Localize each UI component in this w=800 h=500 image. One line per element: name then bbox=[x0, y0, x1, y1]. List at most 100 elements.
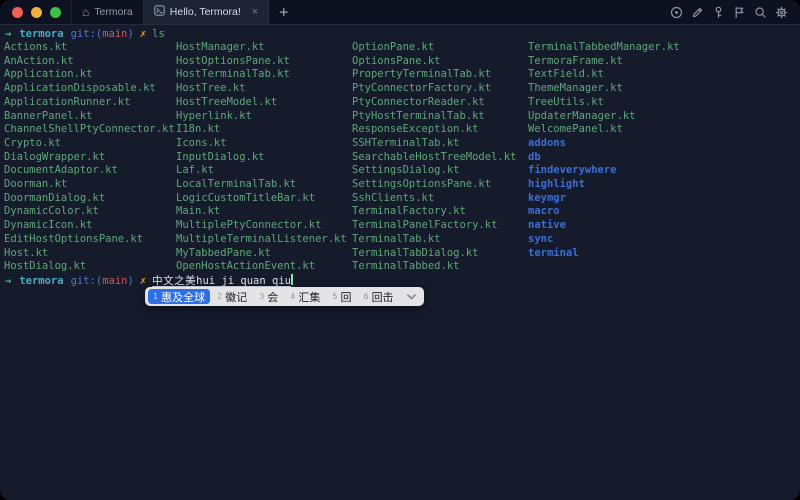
file-entry: EditHostOptionsPane.kt bbox=[4, 232, 144, 245]
prompt-line-1: → termora git:(main) ✗ ls bbox=[5, 27, 165, 41]
file-entry: HostTerminalTab.kt bbox=[176, 68, 290, 81]
candidate-index: 4 bbox=[290, 292, 296, 301]
close-window-button[interactable] bbox=[12, 6, 23, 18]
candidate-text: 徽记 bbox=[225, 290, 248, 304]
file-entry: ChannelShellPtyConnector.kt bbox=[4, 123, 175, 136]
file-entry: Doorman.kt bbox=[4, 178, 68, 191]
directory-entry: addons bbox=[528, 136, 566, 149]
file-entry: ThemeManager.kt bbox=[528, 82, 623, 95]
candidate-text: 惠及全球 bbox=[161, 290, 206, 304]
ime-candidate[interactable]: 2 徽记 bbox=[212, 289, 252, 304]
file-entry: LogicCustomTitleBar.kt bbox=[176, 191, 316, 204]
ls-column: TerminalTabbedManager.kt TermoraFrame.kt T… bbox=[528, 41, 680, 274]
committed-chinese-text: 中文之美 bbox=[152, 275, 197, 287]
file-entry: SearchableHostTreeModel.kt bbox=[352, 150, 517, 163]
directory-entry: findeverywhere bbox=[528, 164, 617, 177]
file-entry: PtyHostTerminalTab.kt bbox=[352, 109, 485, 122]
minimize-window-button[interactable] bbox=[31, 6, 42, 18]
ls-column: OptionPane.kt OptionsPane.kt PropertyTermi… bbox=[352, 41, 528, 274]
pinyin-preedit-text: hui ji quan qiu bbox=[196, 275, 291, 287]
prompt-line-2: → termora git:(main) ✗ 中文之美hui ji quan qiu bbox=[5, 274, 293, 288]
ime-candidate[interactable]: 5回 bbox=[327, 289, 356, 304]
tab-label: Hello, Termora! bbox=[169, 6, 241, 18]
file-entry: HostTreeModel.kt bbox=[176, 95, 278, 108]
file-entry: ApplicationRunner.kt bbox=[4, 95, 131, 108]
tab-label: Termora bbox=[94, 6, 133, 18]
candidate-text: 回击 bbox=[371, 290, 394, 304]
file-entry: TerminalTabbed.kt bbox=[352, 260, 460, 273]
candidate-index: 5 bbox=[332, 292, 338, 301]
ime-candidate-list: 1 惠及全球 2 徽记 3 会 4 汇集 5 回 6 回击 bbox=[147, 289, 400, 304]
file-entry: MultipleTerminalListener.kt bbox=[176, 232, 347, 245]
file-entry: PtyConnectorFactory.kt bbox=[352, 82, 492, 95]
terminal-screen[interactable]: → termora git:(main) ✗ ls Actions.kt AnAction… bbox=[0, 25, 800, 500]
file-entry: Crypto.kt bbox=[4, 136, 61, 149]
candidate-index: 2 bbox=[217, 292, 223, 301]
titlebar-toolbar bbox=[670, 0, 800, 24]
file-entry: PropertyTerminalTab.kt bbox=[352, 68, 492, 81]
directory-entry: keymgr bbox=[528, 191, 566, 204]
directory-entry: db bbox=[528, 150, 541, 163]
file-entry: I18n.kt bbox=[176, 123, 221, 136]
termora-window: ⌂ Termora Hello, Termora! × + → termora … bbox=[0, 0, 800, 500]
file-entry: TerminalTabDialog.kt bbox=[352, 246, 479, 259]
file-entry: SettingsDialog.kt bbox=[352, 164, 460, 177]
key-icon[interactable] bbox=[712, 6, 725, 19]
ime-candidate[interactable]: 4 汇集 bbox=[285, 289, 325, 304]
candidate-index: 1 bbox=[153, 292, 159, 301]
directory-entry: highlight bbox=[528, 178, 585, 191]
file-entry: DoormanDialog.kt bbox=[4, 191, 106, 204]
directory-entry: terminal bbox=[528, 246, 579, 259]
file-entry: TerminalTabbedManager.kt bbox=[528, 41, 680, 53]
candidate-text: 汇集 bbox=[298, 290, 321, 304]
ime-candidate[interactable]: 6 回击 bbox=[358, 289, 398, 304]
zoom-window-button[interactable] bbox=[50, 6, 61, 18]
tab-termora-home[interactable]: ⌂ Termora bbox=[71, 0, 143, 24]
ls-column: HostManager.kt HostOptionsPane.kt HostTerm… bbox=[176, 41, 352, 274]
ime-more-button[interactable] bbox=[404, 289, 420, 304]
command-text: ls bbox=[152, 28, 165, 40]
file-entry: DynamicIcon.kt bbox=[4, 219, 93, 232]
file-entry: DocumentAdaptor.kt bbox=[4, 164, 118, 177]
ls-output: Actions.kt AnAction.kt Application.kt Appli… bbox=[4, 41, 680, 274]
file-entry: TerminalFactory.kt bbox=[352, 205, 466, 218]
prompt-arrow: → bbox=[5, 275, 12, 287]
file-entry: Actions.kt bbox=[4, 41, 68, 53]
file-entry: UpdaterManager.kt bbox=[528, 109, 636, 122]
traffic-lights bbox=[0, 0, 71, 24]
prompt-host: termora bbox=[19, 28, 64, 40]
file-entry: Hyperlink.kt bbox=[176, 109, 252, 122]
titlebar-drag-area bbox=[298, 0, 670, 24]
search-icon[interactable] bbox=[754, 6, 767, 19]
edit-pencil-icon[interactable] bbox=[691, 6, 704, 19]
file-entry: TreeUtils.kt bbox=[528, 95, 604, 108]
ime-candidate[interactable]: 3会 bbox=[254, 289, 283, 304]
file-entry: TextField.kt bbox=[528, 68, 604, 81]
file-entry: ResponseException.kt bbox=[352, 123, 479, 136]
git-dirty-mark: ✗ bbox=[139, 275, 147, 287]
file-entry: Main.kt bbox=[176, 205, 221, 218]
prompt-host: termora bbox=[19, 275, 64, 287]
tab-hello-termora[interactable]: Hello, Termora! × bbox=[142, 0, 270, 24]
settings-gear-icon[interactable] bbox=[775, 6, 788, 19]
git-prefix: git:( bbox=[70, 275, 103, 287]
macro-record-icon[interactable] bbox=[670, 6, 683, 19]
flag-icon[interactable] bbox=[733, 6, 746, 19]
file-entry: Application.kt bbox=[4, 68, 93, 81]
ime-candidate[interactable]: 1 惠及全球 bbox=[148, 289, 211, 304]
git-prefix: git:( bbox=[70, 28, 103, 40]
directory-entry: native bbox=[528, 219, 566, 232]
file-entry: ApplicationDisposable.kt bbox=[4, 82, 156, 95]
file-entry: TerminalTab.kt bbox=[352, 232, 441, 245]
file-entry: DynamicColor.kt bbox=[4, 205, 99, 218]
file-entry: MyTabbedPane.kt bbox=[176, 246, 271, 259]
git-suffix: ) bbox=[127, 275, 134, 287]
directory-entry: sync bbox=[528, 232, 554, 245]
home-icon: ⌂ bbox=[82, 5, 90, 19]
candidate-text: 会 bbox=[267, 290, 279, 304]
git-suffix: ) bbox=[127, 28, 134, 40]
close-tab-icon[interactable]: × bbox=[252, 6, 258, 18]
file-entry: OptionPane.kt bbox=[352, 41, 435, 53]
file-entry: OptionsPane.kt bbox=[352, 54, 441, 67]
new-tab-button[interactable]: + bbox=[269, 0, 298, 24]
